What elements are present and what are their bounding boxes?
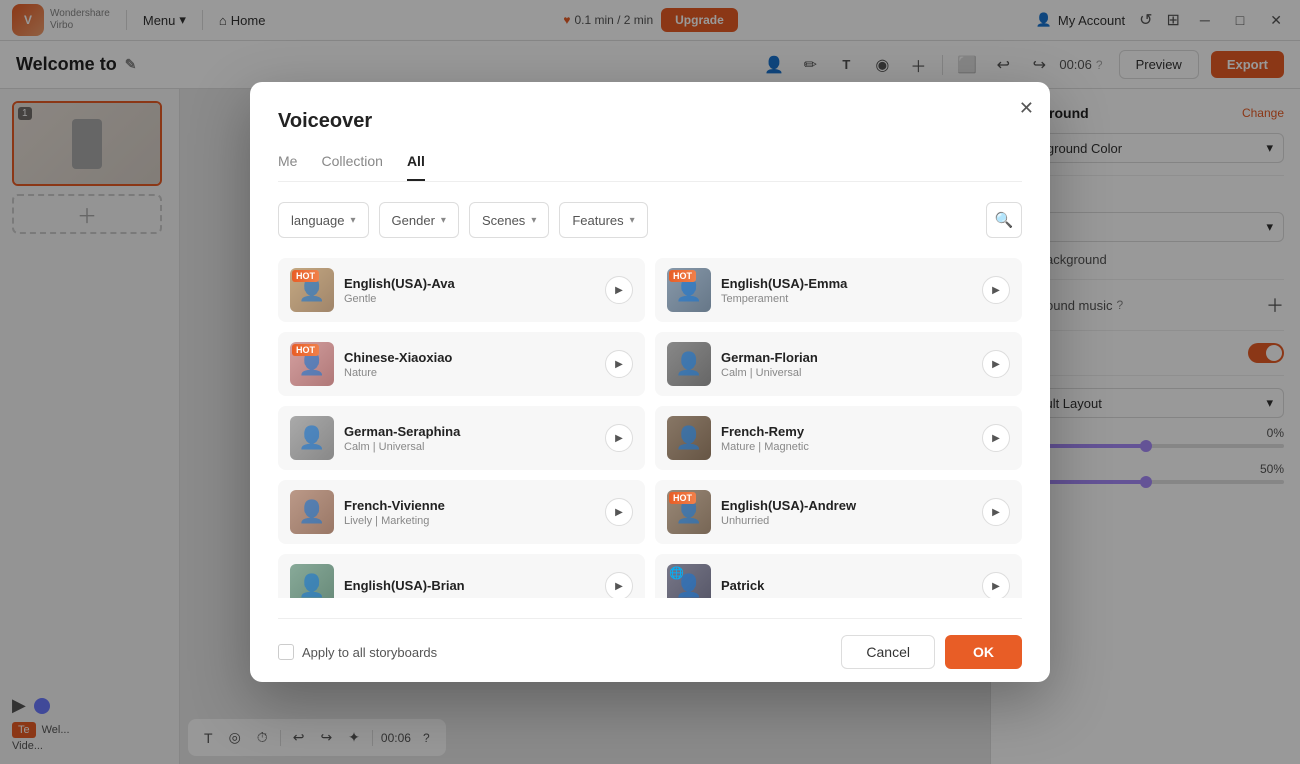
voice-play-button[interactable]: ▶ <box>982 572 1010 598</box>
voice-avatar: 👤 <box>667 342 711 386</box>
voice-avatar: 👤 <box>667 416 711 460</box>
voice-card[interactable]: 👤 English(USA)-Brian ▶ <box>278 554 645 598</box>
modal-close-button[interactable]: ✕ <box>1019 98 1034 119</box>
voice-card[interactable]: 👤🌐 Patrick ▶ <box>655 554 1022 598</box>
voice-avatar: 👤🌐 <box>667 564 711 598</box>
voice-name: English(USA)-Andrew <box>721 498 972 513</box>
voice-info: Patrick <box>721 578 972 595</box>
cancel-button[interactable]: Cancel <box>841 635 935 669</box>
voice-avatar: 👤 <box>290 416 334 460</box>
voice-info: English(USA)-Ava Gentle <box>344 276 595 305</box>
voice-avatar: 👤 <box>290 490 334 534</box>
voice-play-button[interactable]: ▶ <box>982 276 1010 304</box>
voice-card[interactable]: 👤HOT English(USA)-Ava Gentle ▶ <box>278 258 645 322</box>
modal-title: Voiceover <box>278 110 1022 133</box>
voice-description: Lively | Marketing <box>344 515 595 527</box>
voices-grid: 👤HOTEnglish(USA)-AvaGentle▶👤HOTEnglish(U… <box>278 258 1022 598</box>
voice-name: Chinese-Xiaoxiao <box>344 350 595 365</box>
voice-name: French-Vivienne <box>344 498 595 513</box>
voice-name: English(USA)-Brian <box>344 578 595 593</box>
hot-badge: HOT <box>669 270 696 282</box>
voice-play-button[interactable]: ▶ <box>605 424 633 452</box>
voice-play-button[interactable]: ▶ <box>982 498 1010 526</box>
tab-me[interactable]: Me <box>278 153 297 181</box>
voice-search-button[interactable]: 🔍 <box>986 202 1022 238</box>
voice-card[interactable]: 👤 French-Vivienne Lively | Marketing ▶ <box>278 480 645 544</box>
gender-chevron-icon: ▾ <box>441 215 446 226</box>
voice-info: English(USA)-Brian <box>344 578 595 595</box>
voice-card[interactable]: 👤HOT English(USA)-Andrew Unhurried ▶ <box>655 480 1022 544</box>
tab-all[interactable]: All <box>407 153 425 181</box>
voice-description: Temperament <box>721 293 972 305</box>
language-chevron-icon: ▾ <box>351 215 356 226</box>
voice-info: French-Remy Mature | Magnetic <box>721 424 972 453</box>
voice-info: Chinese-Xiaoxiao Nature <box>344 350 595 379</box>
voice-play-button[interactable]: ▶ <box>605 276 633 304</box>
hot-badge: HOT <box>669 492 696 504</box>
voice-description: Unhurried <box>721 515 972 527</box>
voice-filters: language ▾ Gender ▾ Scenes ▾ Features ▾ … <box>278 202 1022 238</box>
apply-all-checkbox[interactable]: Apply to all storyboards <box>278 644 437 660</box>
voice-description: Mature | Magnetic <box>721 441 972 453</box>
voice-info: French-Vivienne Lively | Marketing <box>344 498 595 527</box>
voice-info: German-Florian Calm | Universal <box>721 350 972 379</box>
voice-card[interactable]: 👤HOT Chinese-Xiaoxiao Nature ▶ <box>278 332 645 396</box>
modal-tabs: Me Collection All <box>278 153 1022 182</box>
voice-info: English(USA)-Andrew Unhurried <box>721 498 972 527</box>
voice-description: Nature <box>344 367 595 379</box>
language-filter[interactable]: language ▾ <box>278 202 369 238</box>
voice-card[interactable]: 👤 German-Florian Calm | Universal ▶ <box>655 332 1022 396</box>
voice-card[interactable]: 👤HOT English(USA)-Emma Temperament ▶ <box>655 258 1022 322</box>
features-filter[interactable]: Features ▾ <box>559 202 647 238</box>
voice-name: French-Remy <box>721 424 972 439</box>
voice-name: English(USA)-Emma <box>721 276 972 291</box>
voice-name: German-Seraphina <box>344 424 595 439</box>
voice-description: Calm | Universal <box>721 367 972 379</box>
search-icon: 🔍 <box>995 211 1014 229</box>
voice-avatar: 👤 <box>290 564 334 598</box>
modal-footer: Apply to all storyboards Cancel OK <box>278 618 1022 669</box>
voice-play-button[interactable]: ▶ <box>982 350 1010 378</box>
voice-play-button[interactable]: ▶ <box>605 572 633 598</box>
voice-play-button[interactable]: ▶ <box>605 498 633 526</box>
voice-name: English(USA)-Ava <box>344 276 595 291</box>
hot-badge: HOT <box>292 270 319 282</box>
scenes-filter[interactable]: Scenes ▾ <box>469 202 549 238</box>
voice-description: Gentle <box>344 293 595 305</box>
checkbox-input[interactable] <box>278 644 294 660</box>
voice-play-button[interactable]: ▶ <box>982 424 1010 452</box>
features-chevron-icon: ▾ <box>630 215 635 226</box>
tab-collection[interactable]: Collection <box>321 153 382 181</box>
modal-actions: Cancel OK <box>841 635 1022 669</box>
voice-card[interactable]: 👤 French-Remy Mature | Magnetic ▶ <box>655 406 1022 470</box>
modal-overlay[interactable]: Voiceover ✕ Me Collection All language ▾… <box>0 0 1300 764</box>
voice-description: Calm | Universal <box>344 441 595 453</box>
voice-name: Patrick <box>721 578 972 593</box>
voice-card[interactable]: 👤 German-Seraphina Calm | Universal ▶ <box>278 406 645 470</box>
voice-avatar: 👤HOT <box>667 268 711 312</box>
voice-name: German-Florian <box>721 350 972 365</box>
scenes-chevron-icon: ▾ <box>531 215 536 226</box>
voice-play-button[interactable]: ▶ <box>605 350 633 378</box>
globe-badge: 🌐 <box>669 566 684 580</box>
gender-filter[interactable]: Gender ▾ <box>379 202 459 238</box>
voice-avatar: 👤HOT <box>290 268 334 312</box>
voice-avatar: 👤HOT <box>290 342 334 386</box>
ok-button[interactable]: OK <box>945 635 1022 669</box>
hot-badge: HOT <box>292 344 319 356</box>
voice-info: German-Seraphina Calm | Universal <box>344 424 595 453</box>
voiceover-modal: Voiceover ✕ Me Collection All language ▾… <box>250 82 1050 682</box>
voice-info: English(USA)-Emma Temperament <box>721 276 972 305</box>
voice-avatar: 👤HOT <box>667 490 711 534</box>
